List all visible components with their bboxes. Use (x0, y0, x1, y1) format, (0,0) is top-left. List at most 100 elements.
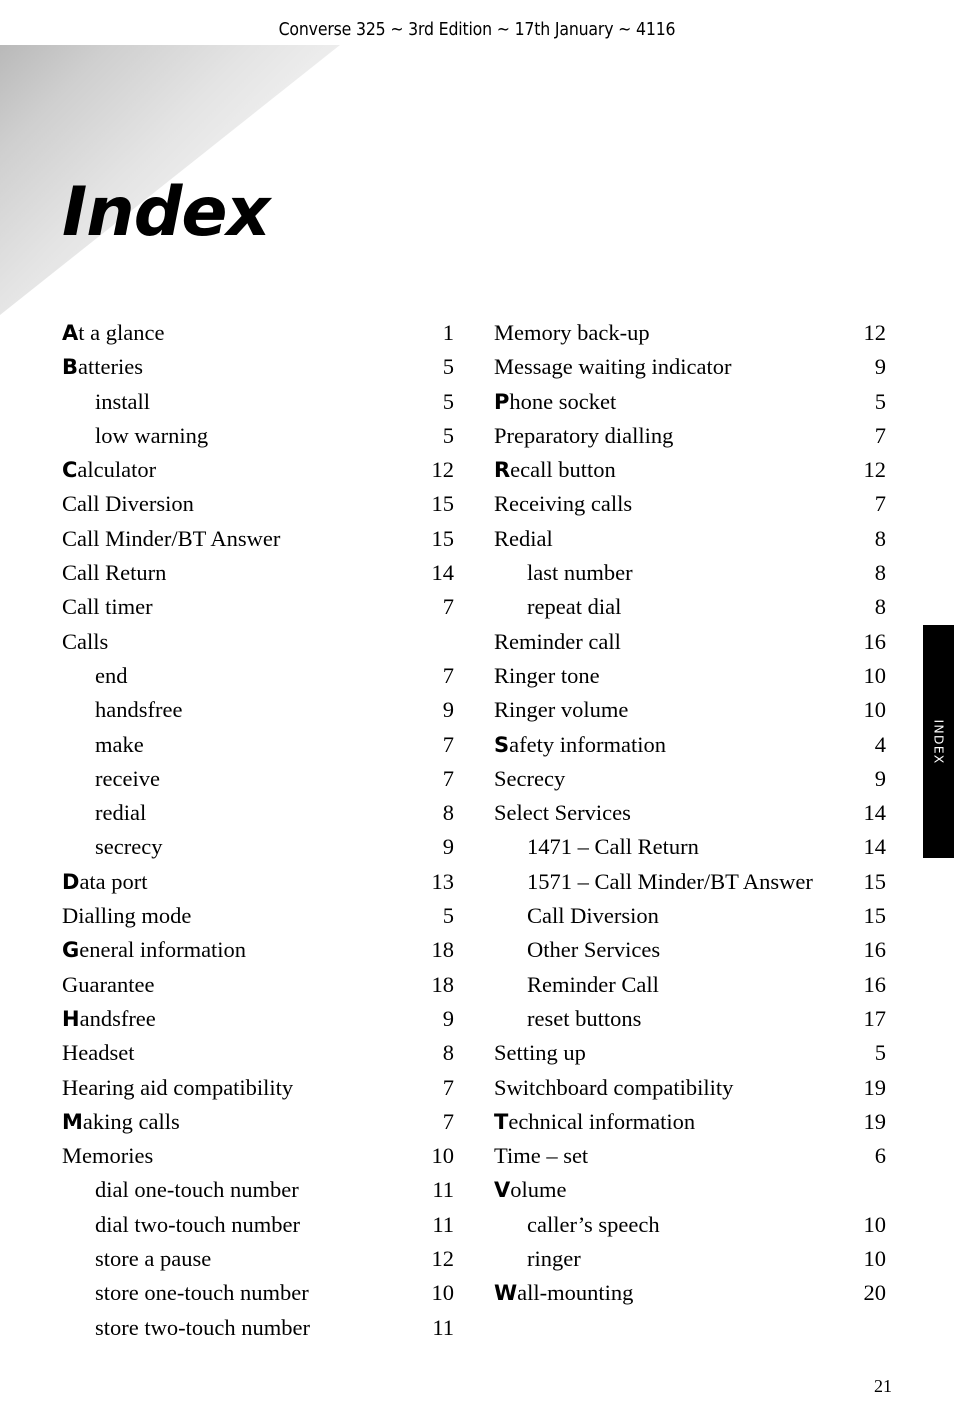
index-entry-label: Memory back-up (494, 316, 650, 350)
index-entry[interactable]: Recall button 12 (494, 453, 886, 487)
index-entry-page-number: 7 (442, 731, 454, 757)
index-entry-initial: A (62, 321, 79, 345)
index-entry[interactable]: Wall-mounting 20 (494, 1276, 886, 1310)
index-entry[interactable]: Dialling mode 5 (62, 899, 454, 933)
index-entry[interactable]: 1471 – Call Return 14 (494, 830, 886, 864)
index-entry-label: Guarantee (62, 968, 154, 1002)
index-entry[interactable]: receive 7 (62, 762, 454, 796)
index-entry[interactable]: Time – set 6 (494, 1139, 886, 1173)
index-entry-label: Call timer (62, 590, 153, 624)
index-entry[interactable]: Message waiting indicator 9 (494, 350, 886, 384)
index-entry-label: 1471 – Call Return (494, 830, 699, 864)
index-entry-text: Secrecy (494, 765, 566, 791)
index-entry-page-number: 9 (442, 697, 454, 723)
index-entry[interactable]: reset buttons 17 (494, 1002, 886, 1036)
index-entry-page-number: 5 (874, 1040, 886, 1066)
index-entry[interactable]: Hearing aid compatibility 7 (62, 1071, 454, 1105)
index-entry-label: Wall-mounting (494, 1276, 633, 1310)
index-entry[interactable]: store two-touch number 11 (62, 1311, 454, 1345)
index-entry[interactable]: store a pause 12 (62, 1242, 454, 1276)
index-entry[interactable]: Guarantee 18 (62, 968, 454, 1002)
index-entry[interactable]: Handsfree 9 (62, 1002, 454, 1036)
index-entry-page-number: 16 (863, 971, 887, 997)
index-entry[interactable]: Batteries 5 (62, 350, 454, 384)
index-entry-text: Preparatory dialling (494, 422, 674, 448)
index-entry[interactable]: store one-touch number 10 (62, 1276, 454, 1310)
index-entry[interactable]: Setting up 5 (494, 1036, 886, 1070)
index-entry[interactable]: handsfree 9 (62, 693, 454, 727)
index-entry-page-number: 10 (431, 1143, 455, 1169)
index-entry-page-number: 11 (432, 1314, 454, 1340)
index-entry-page-number: 8 (442, 800, 454, 826)
index-entry-page-number: 16 (863, 628, 887, 654)
index-entry-initial: W (494, 1281, 518, 1306)
index-entry[interactable]: Memory back-up 12 (494, 316, 886, 350)
index-entry-page-number: 11 (432, 1177, 454, 1203)
index-entry[interactable]: Reminder call 16 (494, 625, 886, 659)
index-column-left: At a glance 1 Batteries 5 install 5 low warnin… (62, 316, 454, 1345)
index-entry-text: install (95, 388, 150, 414)
index-entry[interactable]: Memories 10 (62, 1139, 454, 1173)
index-entry[interactable]: Redial 8 (494, 522, 886, 556)
index-entry-label: Phone socket (494, 385, 616, 419)
index-entry[interactable]: end 7 (62, 659, 454, 693)
index-entry[interactable]: Switchboard compatibility 19 (494, 1071, 886, 1105)
index-entry-initial: R (494, 458, 511, 483)
index-entry[interactable]: Select Services 14 (494, 796, 886, 830)
index-entry[interactable]: make 7 (62, 728, 454, 762)
index-entry-initial: D (62, 869, 80, 894)
index-entry[interactable]: 1571 – Call Minder/BT Answer 15 (494, 865, 886, 899)
index-entry[interactable]: General information 18 (62, 933, 454, 967)
index-entry-label: Handsfree (62, 1002, 156, 1036)
index-entry[interactable]: dial two-touch number 11 (62, 1208, 454, 1242)
index-entry-text: dial two-touch number (95, 1211, 300, 1237)
index-entry[interactable]: caller’s speech 10 (494, 1208, 886, 1242)
index-entry[interactable]: Phone socket 5 (494, 385, 886, 419)
index-entry-label: make (62, 728, 144, 762)
index-entry[interactable]: At a glance 1 (62, 316, 454, 350)
index-entry[interactable]: repeat dial 8 (494, 590, 886, 624)
index-entry[interactable]: Reminder Call 16 (494, 968, 886, 1002)
index-entry[interactable]: Headset 8 (62, 1036, 454, 1070)
index-entry[interactable]: Calls (62, 625, 454, 659)
index-entry[interactable]: Call timer 7 (62, 590, 454, 624)
index-entry[interactable]: redial 8 (62, 796, 454, 830)
index-entry[interactable]: low warning 5 (62, 419, 454, 453)
index-entry-text: ata port (79, 868, 148, 894)
index-entry[interactable]: Safety information 4 (494, 728, 886, 762)
index-entry-page-number: 19 (863, 1074, 887, 1100)
index-entry-text: Memories (62, 1143, 154, 1169)
index-entry-page-number: 7 (874, 491, 886, 517)
index-entry[interactable]: Technical information 19 (494, 1105, 886, 1139)
index-entry[interactable]: Receiving calls 7 (494, 487, 886, 521)
index-entry-label: handsfree (62, 693, 182, 727)
index-entry[interactable]: Making calls 7 (62, 1105, 454, 1139)
index-entry[interactable]: Call Diversion 15 (494, 899, 886, 933)
index-entry[interactable]: Call Minder/BT Answer 15 (62, 522, 454, 556)
index-entry[interactable]: Call Diversion 15 (62, 487, 454, 521)
index-entry-label: store one-touch number (62, 1276, 309, 1310)
index-entry[interactable]: Volume (494, 1173, 886, 1207)
running-header: Converse 325 ~ 3rd Edition ~ 17th Januar… (278, 20, 676, 40)
index-entry-label: Setting up (494, 1036, 586, 1070)
index-entry[interactable]: install 5 (62, 385, 454, 419)
index-entry-label: receive (62, 762, 160, 796)
index-entry-label: Reminder Call (494, 968, 659, 1002)
index-entry[interactable]: Calculator 12 (62, 453, 454, 487)
index-entry[interactable]: Ringer tone 10 (494, 659, 886, 693)
index-entry[interactable]: Ringer volume 10 (494, 693, 886, 727)
index-entry[interactable]: Preparatory dialling 7 (494, 419, 886, 453)
index-entry[interactable]: dial one-touch number 11 (62, 1173, 454, 1207)
index-entry-label: Secrecy (494, 762, 565, 796)
index-entry-label: Headset (62, 1036, 134, 1070)
index-entry-text: Message waiting indicator (494, 354, 732, 380)
index-entry-label: Receiving calls (494, 487, 632, 521)
index-entry[interactable]: Other Services 16 (494, 933, 886, 967)
index-entry[interactable]: ringer 10 (494, 1242, 886, 1276)
index-entry[interactable]: Call Return 14 (62, 556, 454, 590)
index-entry-page-number: 5 (442, 388, 454, 414)
index-entry[interactable]: Data port 13 (62, 865, 454, 899)
index-entry[interactable]: Secrecy 9 (494, 762, 886, 796)
index-entry[interactable]: last number 8 (494, 556, 886, 590)
index-entry[interactable]: secrecy 9 (62, 830, 454, 864)
